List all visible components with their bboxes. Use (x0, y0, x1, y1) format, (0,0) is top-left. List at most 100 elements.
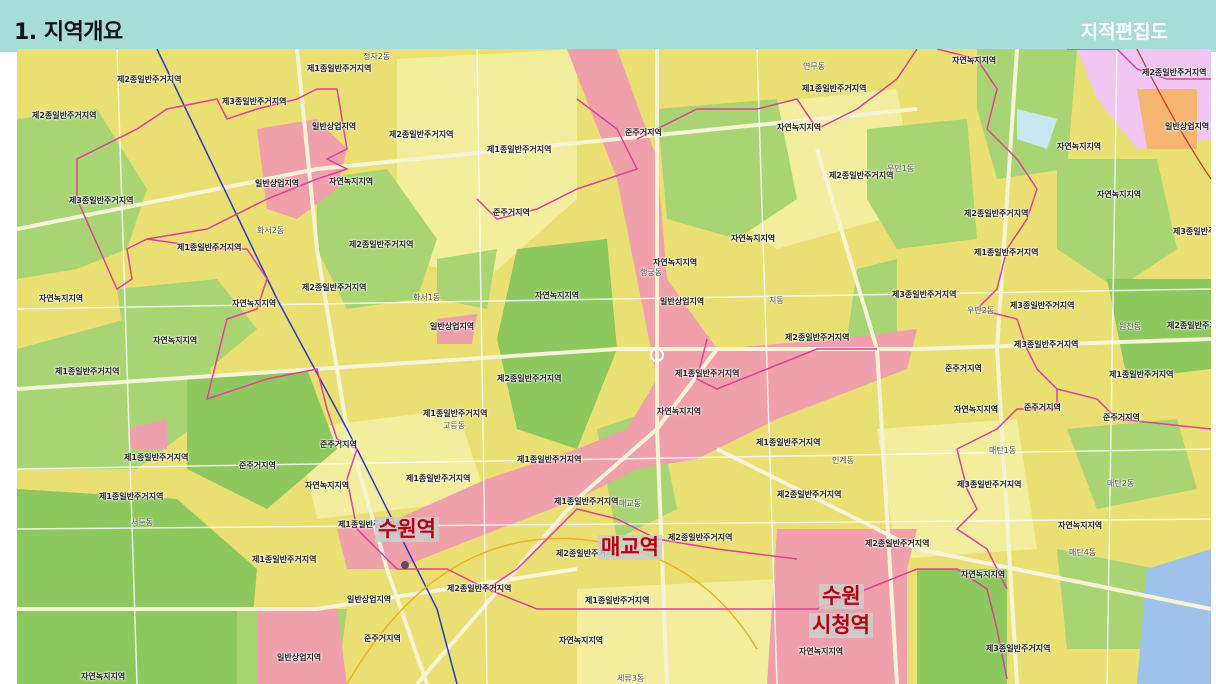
zone-label: 준주거지역 (239, 461, 276, 470)
zone-label: 제1종일반주거지역 (177, 243, 242, 252)
zone-label: 자연녹지지역 (329, 177, 374, 186)
zone-label: 자연녹지지역 (799, 647, 844, 656)
zone-label: 일반상업지역 (1165, 122, 1210, 131)
place-label: 매탄4동 (1069, 548, 1097, 557)
zone-label: 제2종일반주거지역 (785, 333, 850, 342)
place-label: 정자2동 (363, 52, 391, 61)
zone-label: 제3종일반주거지역 (1173, 227, 1211, 236)
zone-label: 제1종일반주거지역 (124, 453, 189, 462)
zone-label: 일반상업지역 (430, 322, 475, 331)
zone-label: 자연녹지지역 (731, 234, 776, 243)
place-label: 매교동 (619, 499, 642, 508)
zone-label: 제1종일반주거지역 (974, 248, 1039, 257)
zone-label: 제1종일반주거지역 (585, 596, 650, 605)
zone-label: 자연녹지지역 (952, 56, 997, 65)
zone-label: 제1종일반주거지역 (423, 409, 488, 418)
header-bar: 1. 지역개요 지적편집도 (0, 0, 1216, 52)
zone-label: 자연녹지지역 (232, 299, 277, 308)
zone-label: 제1종일반주거지역 (55, 367, 120, 376)
zone-label: 제2종일반주거지역 (829, 171, 894, 180)
water-area (1137, 549, 1211, 684)
zone-label: 제3종일반주거지역 (957, 480, 1022, 489)
zone-label: 자연녹지지역 (39, 294, 84, 303)
zone-label: 제2종일반주거지역 (1142, 68, 1207, 77)
zone-label: 제2종일반주거지역 (497, 374, 562, 383)
zone-label: 자연녹지지역 (559, 636, 604, 645)
zone-label: 제1종일반주거지역 (554, 497, 619, 506)
zone-label: 일반상업지역 (277, 653, 322, 662)
cadastral-map[interactable]: 제2종일반주거지역 제1종일반주거지역 제3종일반주거지역 제2종일반주거지역 … (17, 49, 1211, 684)
zone-label: 제2종일반주거지역 (447, 584, 512, 593)
zone-label: 자연녹지지역 (1057, 142, 1102, 151)
zone-label: 제3종일반주거지역 (69, 196, 134, 205)
zone-label: 제2종일반주거지역 (668, 533, 733, 542)
station-label-cityhall-line1[interactable]: 수원 (819, 584, 864, 609)
green-zone (437, 249, 497, 309)
place-label: 지동 (769, 296, 784, 305)
page-subtitle: 지적편집도 (1080, 21, 1168, 43)
zone-label: 제1종일반주거지역 (487, 145, 552, 154)
industrial-zone (1137, 89, 1197, 149)
zone-label: 제1종일반주거지역 (252, 555, 317, 564)
place-label: 원천동 (1119, 322, 1142, 331)
place-label: 연무동 (803, 62, 826, 71)
place-label: 세류3동 (617, 674, 645, 683)
zone-label: 자연녹지지역 (657, 407, 702, 416)
zone-label: 일반상업지역 (660, 297, 705, 306)
zone-label: 제1종일반주거지역 (1109, 370, 1174, 379)
zone-label: 제2종일반주거지역 (32, 111, 97, 120)
zone-label: 제3종일반주거지역 (222, 97, 287, 106)
zone-label: 준주거지역 (493, 208, 530, 217)
zone-label: 자연녹지지역 (954, 405, 999, 414)
zone-label: 제2종일반주거지역 (302, 283, 367, 292)
place-label: 고등동 (443, 421, 466, 430)
zone-label: 준주거지역 (364, 634, 401, 643)
zone-label: 제1종일반주거지역 (307, 64, 372, 73)
zone-label: 제1종일반주거지역 (517, 455, 582, 464)
zone-label: 제2종일반주거지역 (349, 240, 414, 249)
zone-label: 자연녹지지역 (81, 672, 126, 681)
station-label-suwon[interactable]: 수원역 (375, 517, 439, 542)
zone-label: 제3종일반주거지역 (986, 644, 1051, 653)
zone-label: 제3종일반주거지역 (1010, 301, 1075, 310)
zone-label: 제2종일반주거지역 (1167, 321, 1211, 330)
zone-label: 자연녹지지역 (535, 291, 580, 300)
zone-label: 준주거지역 (1024, 403, 1061, 412)
zone-label: 자연녹지지역 (305, 481, 350, 490)
zone-label: 제2종일반주거지역 (117, 75, 182, 84)
map-canvas (17, 49, 1211, 684)
zone-label: 제2종일반주거지역 (389, 130, 454, 139)
station-label-cityhall-line2[interactable]: 시청역 (809, 613, 873, 638)
zone-label: 준주거지역 (945, 364, 982, 373)
zone-label: 준주거지역 (1103, 413, 1140, 422)
place-label: 서둔동 (131, 518, 154, 527)
zone-label: 일반상업지역 (347, 595, 392, 604)
zone-label: 제3종일반주거지역 (892, 290, 957, 299)
place-label: 화서1동 (413, 293, 441, 302)
zone-label: 제1종일반주거지역 (406, 474, 471, 483)
place-label: 행궁동 (640, 268, 663, 277)
green-zone (917, 569, 1007, 684)
zone-label: 자연녹지지역 (1097, 190, 1142, 199)
commercial-zone (257, 609, 347, 684)
zone-label: 준주거지역 (625, 128, 662, 137)
zone-label: 자연녹지지역 (1058, 521, 1103, 530)
zone-label: 제1종일반주거지역 (756, 438, 821, 447)
station-marker-icon (401, 561, 409, 569)
zone-label: 제2종일반주거지역 (865, 539, 930, 548)
zone-label: 제2종일반주거지역 (777, 490, 842, 499)
place-label: 우만1동 (887, 164, 915, 173)
place-label: 인계동 (832, 456, 855, 465)
zone-label: 제3종일반주거지역 (1014, 340, 1079, 349)
zone-label: 제1종일반주거지역 (802, 84, 867, 93)
zone-label: 자연녹지지역 (153, 336, 198, 345)
zone-label: 준주거지역 (320, 440, 357, 449)
place-label: 매탄2동 (1107, 479, 1135, 488)
station-label-maegyo[interactable]: 매교역 (598, 535, 662, 560)
place-label: 우만2동 (967, 306, 995, 315)
page-title: 1. 지역개요 (14, 20, 123, 45)
place-label: 매탄1동 (989, 446, 1017, 455)
zone-label: 제2종일반주거지역 (964, 209, 1029, 218)
zone-label: 일반상업지역 (312, 122, 357, 131)
zone-label: 자연녹지지역 (777, 123, 822, 132)
